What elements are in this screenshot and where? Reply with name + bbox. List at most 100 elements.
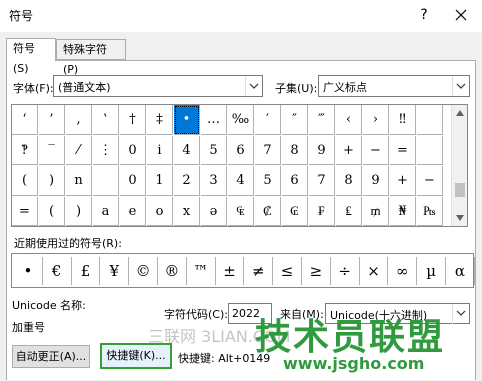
symbol-cell[interactable]: 8 bbox=[282, 135, 308, 165]
symbol-cell[interactable]: + bbox=[336, 135, 362, 165]
subset-dropdown[interactable]: 广义标点 bbox=[318, 75, 470, 97]
symbol-cell[interactable]: a bbox=[93, 196, 119, 226]
symbol-cell[interactable]: 6 bbox=[282, 166, 308, 196]
symbol-cell[interactable]: 7 bbox=[309, 166, 335, 196]
symbol-cell[interactable]: ₢ bbox=[282, 196, 308, 226]
font-dropdown[interactable]: (普通文本) bbox=[53, 75, 263, 97]
grid-scrollbar[interactable] bbox=[451, 105, 467, 226]
symbol-cell[interactable]: ‛ bbox=[93, 105, 119, 135]
symbol-cell[interactable]: … bbox=[201, 105, 227, 135]
recent-symbol[interactable]: ± bbox=[216, 257, 245, 285]
symbol-cell[interactable]: 1 bbox=[147, 166, 173, 196]
symbol-cell[interactable]: ⋮ bbox=[93, 135, 119, 165]
recent-symbol[interactable]: € bbox=[43, 257, 72, 285]
symbol-cell[interactable]: ( bbox=[39, 196, 65, 226]
symbol-cell[interactable]: ) bbox=[39, 166, 65, 196]
symbol-cell[interactable]: ₠ bbox=[228, 196, 254, 226]
symbol-cell[interactable]: ‹ bbox=[336, 105, 362, 135]
subset-value: 广义标点 bbox=[323, 81, 367, 94]
recent-symbol[interactable]: ¥ bbox=[100, 257, 130, 285]
symbol-cell[interactable]: ‚ bbox=[66, 105, 92, 135]
symbol-cell[interactable]: ə bbox=[201, 196, 227, 226]
recent-symbol[interactable]: α bbox=[446, 257, 475, 285]
unicode-name-label: Unicode 名称: bbox=[12, 299, 86, 312]
symbol-cell[interactable]: ″ bbox=[282, 105, 308, 135]
symbol-cell[interactable]: e bbox=[120, 196, 146, 226]
autocorrect-button[interactable]: 自动更正(A)... bbox=[12, 345, 90, 368]
symbol-cell[interactable]: ‾ bbox=[39, 135, 65, 165]
symbol-cell[interactable]: ₡ bbox=[255, 196, 281, 226]
close-icon bbox=[455, 9, 467, 21]
brand-url: www.jsgho.com bbox=[283, 354, 425, 373]
help-button[interactable]: ? bbox=[414, 5, 434, 25]
symbol-cell[interactable]: 9 bbox=[363, 166, 389, 196]
symbol-cell[interactable]: o bbox=[147, 196, 173, 226]
symbol-cell[interactable]: ₣ bbox=[309, 196, 335, 226]
symbol-cell[interactable]: 0 bbox=[120, 135, 146, 165]
tab-symbols[interactable]: 符号(S) bbox=[6, 38, 56, 75]
symbol-cell[interactable]: n bbox=[66, 166, 92, 196]
symbol-cell[interactable]: = bbox=[12, 196, 38, 226]
symbol-cell[interactable]: ₤ bbox=[336, 196, 362, 226]
symbol-cell[interactable]: 5 bbox=[255, 166, 281, 196]
symbol-cell[interactable] bbox=[93, 166, 119, 196]
chevron-down-icon bbox=[245, 76, 262, 96]
symbol-cell[interactable]: ₥ bbox=[363, 196, 389, 226]
symbol-cell[interactable]: i bbox=[147, 135, 173, 165]
tab-special-characters[interactable]: 特殊字符(P) bbox=[56, 39, 126, 76]
shortcut-key-button[interactable]: 快捷键(K)... bbox=[100, 343, 172, 369]
recent-symbol[interactable]: × bbox=[360, 257, 389, 285]
symbol-cell[interactable]: ‡ bbox=[147, 105, 173, 135]
symbol-cell[interactable]: x bbox=[174, 196, 200, 226]
recent-symbols-list[interactable]: • € £ ¥ © ® ™ ± ≠ ≤ ≥ ÷ × ∞ µ α bbox=[11, 253, 475, 288]
recent-symbol[interactable]: ≥ bbox=[302, 257, 331, 285]
close-button[interactable] bbox=[448, 4, 474, 26]
symbol-cell[interactable]: ‴ bbox=[309, 105, 335, 135]
symbol-cell[interactable]: 2 bbox=[174, 166, 200, 196]
symbol-grid[interactable]: ‘’ ‚ ‛ † ‡ •… ‰ ′ ″ ‴ ‹ › ‼ ‽ ‾ ⁄ ⋮ 0 i 4 5 6 7 8 9 + − =() n 0 1 2 3 4 5 6… bbox=[11, 104, 468, 227]
symbol-cell[interactable]: 8 bbox=[336, 166, 362, 196]
scrollbar-thumb[interactable] bbox=[455, 183, 465, 197]
recent-symbol[interactable]: © bbox=[129, 257, 158, 285]
symbol-cell[interactable]: 7 bbox=[255, 135, 281, 165]
symbol-cell[interactable]: ‘ bbox=[12, 105, 38, 135]
symbol-cell[interactable]: † bbox=[120, 105, 146, 135]
symbol-cell[interactable]: ‼ bbox=[390, 105, 416, 135]
recent-symbol[interactable]: £ bbox=[72, 257, 101, 285]
symbol-cell[interactable]: ⁄ bbox=[66, 135, 92, 165]
recent-symbol[interactable]: ® bbox=[158, 257, 187, 285]
symbol-cell[interactable]: 4 bbox=[174, 135, 200, 165]
symbol-cell[interactable] bbox=[417, 135, 443, 165]
symbol-cell[interactable]: − bbox=[417, 166, 443, 196]
scroll-up-icon[interactable] bbox=[455, 109, 465, 117]
chevron-down-icon bbox=[452, 76, 469, 96]
symbol-cell[interactable]: 4 bbox=[228, 166, 254, 196]
recent-symbol[interactable]: µ bbox=[417, 257, 446, 285]
symbol-cell[interactable]: ’ bbox=[39, 105, 65, 135]
symbol-cell[interactable]: ′ bbox=[255, 105, 281, 135]
symbol-cell[interactable]: ‽ bbox=[12, 135, 38, 165]
symbol-cell[interactable]: ) bbox=[66, 196, 92, 226]
recent-symbol[interactable]: ≤ bbox=[273, 257, 302, 285]
symbol-cell[interactable]: ‰ bbox=[228, 105, 254, 135]
symbol-cell[interactable]: = bbox=[390, 135, 416, 165]
recent-symbol[interactable]: ÷ bbox=[331, 257, 360, 285]
recent-symbol[interactable]: ™ bbox=[187, 257, 216, 285]
symbol-cell[interactable]: ₦ bbox=[390, 196, 416, 226]
symbol-cell[interactable]: ( bbox=[12, 166, 38, 196]
recent-symbol[interactable]: ≠ bbox=[244, 257, 274, 285]
symbol-cell[interactable]: ₧ bbox=[417, 196, 443, 226]
symbol-cell[interactable]: + bbox=[390, 166, 416, 196]
recent-symbol[interactable]: • bbox=[14, 257, 43, 285]
recent-symbol[interactable]: ∞ bbox=[388, 257, 418, 285]
symbol-cell[interactable]: 3 bbox=[201, 166, 227, 196]
symbol-cell[interactable]: 5 bbox=[201, 135, 227, 165]
symbol-cell[interactable]: 9 bbox=[309, 135, 335, 165]
symbol-cell[interactable]: − bbox=[363, 135, 389, 165]
symbol-cell[interactable] bbox=[417, 105, 443, 135]
symbol-cell[interactable]: • bbox=[174, 105, 200, 135]
symbol-cell[interactable]: 6 bbox=[228, 135, 254, 165]
symbol-cell[interactable]: 0 bbox=[120, 166, 146, 196]
scroll-down-icon[interactable] bbox=[455, 214, 465, 222]
symbol-cell[interactable]: › bbox=[363, 105, 389, 135]
